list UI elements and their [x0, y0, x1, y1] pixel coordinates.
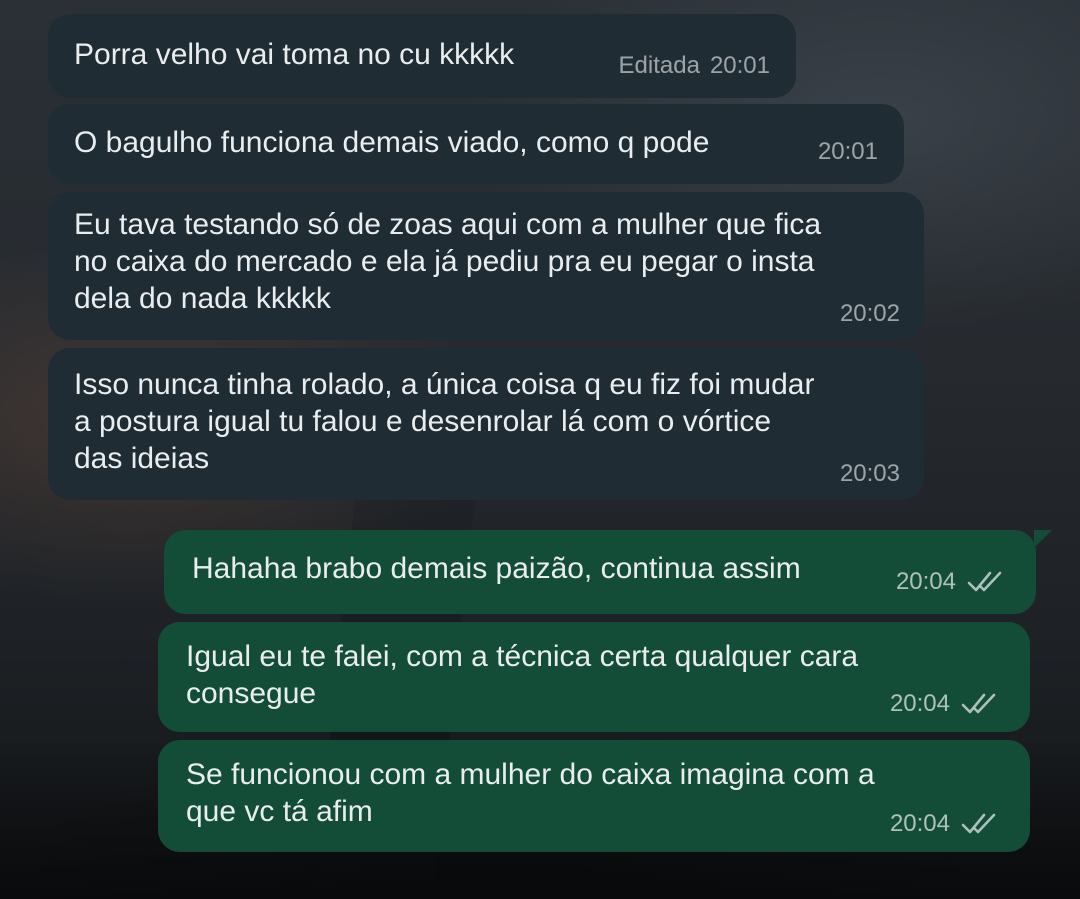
message-meta: 20:03 — [840, 455, 900, 492]
outgoing-message[interactable]: Hahaha brabo demais paizão, continua ass… — [164, 530, 1052, 614]
double-check-icon — [966, 569, 1006, 595]
message-time: 20:03 — [839, 460, 900, 487]
incoming-message[interactable]: Porra velho vai toma no cu kkkkk Editada… — [48, 14, 796, 98]
message-time: 20:04 — [889, 690, 950, 717]
message-time: 20:04 — [889, 810, 950, 837]
incoming-message[interactable]: Isso nunca tinha rolado, a única coisa q… — [48, 348, 924, 500]
message-meta: 20:04 — [890, 805, 1000, 842]
message-time: 20:01 — [709, 52, 770, 79]
message-meta: 20:02 — [840, 295, 900, 332]
message-time: 20:02 — [839, 300, 900, 327]
message-meta: Editada 20:01 — [619, 47, 770, 84]
message-text: Hahaha brabo demais paizão, continua ass… — [192, 552, 801, 585]
outgoing-message[interactable]: Igual eu te falei, com a técnica certa q… — [158, 622, 1030, 732]
message-text: Isso nunca tinha rolado, a única coisa q… — [74, 368, 815, 475]
message-meta: 20:04 — [896, 563, 1006, 600]
message-meta: 20:01 — [818, 133, 878, 170]
message-text: O bagulho funciona demais viado, como q … — [74, 126, 710, 159]
double-check-icon — [960, 691, 1000, 717]
message-meta: 20:04 — [890, 685, 1000, 722]
message-text: Eu tava testando só de zoas aqui com a m… — [74, 208, 822, 315]
message-list[interactable]: Porra velho vai toma no cu kkkkk Editada… — [0, 0, 1080, 899]
message-time: 20:01 — [817, 138, 878, 165]
double-check-icon — [960, 811, 1000, 837]
edited-label: Editada — [618, 52, 700, 79]
message-text: Se funcionou com a mulher do caixa imagi… — [186, 758, 875, 828]
message-text: Igual eu te falei, com a técnica certa q… — [186, 640, 859, 710]
incoming-message[interactable]: O bagulho funciona demais viado, como q … — [48, 104, 904, 184]
outgoing-message[interactable]: Se funcionou com a mulher do caixa imagi… — [158, 740, 1030, 852]
message-time: 20:04 — [895, 568, 956, 595]
incoming-message[interactable]: Eu tava testando só de zoas aqui com a m… — [48, 192, 924, 340]
bubble-tail — [1034, 530, 1052, 548]
